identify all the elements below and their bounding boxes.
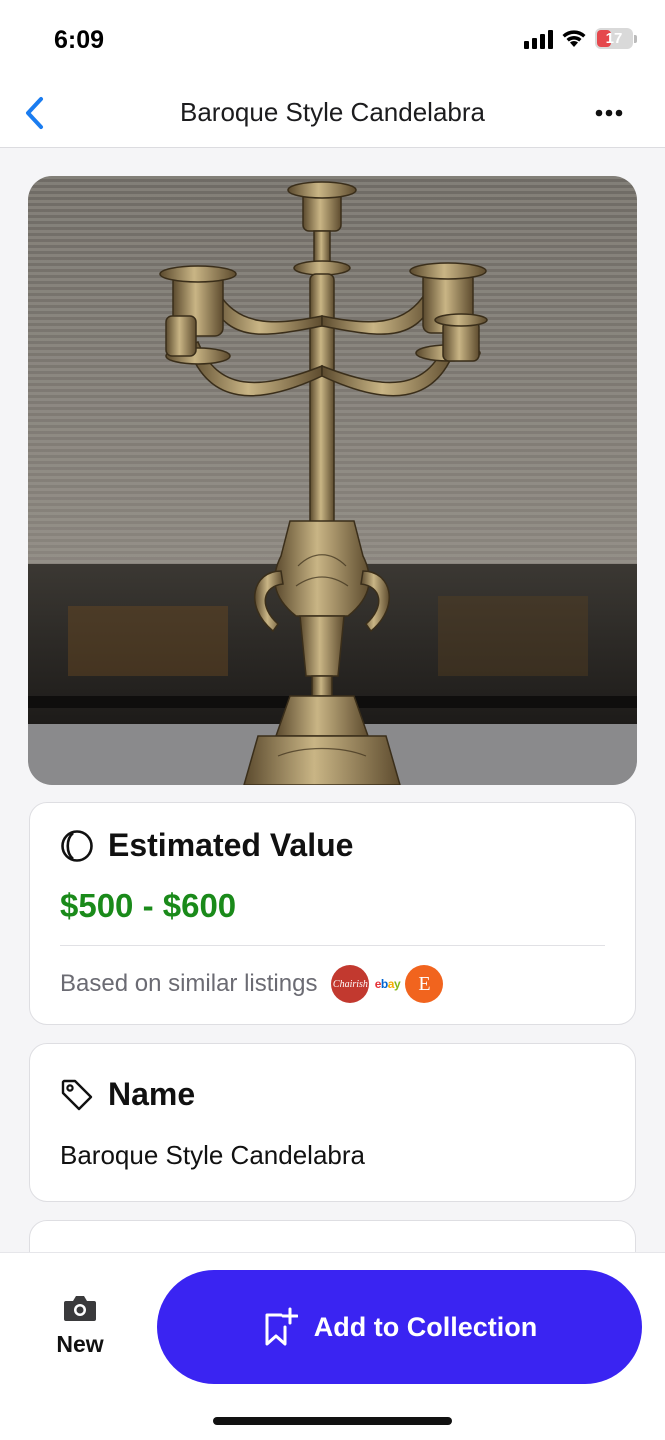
- value-circle-icon: [61, 829, 93, 862]
- add-to-collection-label: Add to Collection: [313, 1311, 538, 1342]
- new-label: New: [56, 1331, 104, 1357]
- battery-level: 17: [605, 30, 623, 47]
- ebay-logo-icon: ebay: [369, 965, 406, 1003]
- listing-sources[interactable]: Based on similar listings Chairish ebay …: [60, 965, 444, 1003]
- nav-bar: Baroque Style Candelabra: [0, 80, 665, 148]
- estimated-value-heading: Estimated Value: [108, 827, 354, 863]
- value-range: $500 - $600: [60, 887, 237, 924]
- signal-icon: [524, 29, 553, 49]
- home-indicator[interactable]: [213, 1417, 452, 1425]
- bottom-action-bar: New Add to Collection: [0, 1252, 665, 1440]
- battery-icon: 17: [595, 28, 637, 49]
- item-name: Baroque Style Candelabra: [60, 1140, 365, 1170]
- more-options-button[interactable]: [589, 96, 629, 130]
- item-photo[interactable]: [28, 176, 637, 785]
- wifi-icon: [562, 29, 586, 47]
- page-title: Baroque Style Candelabra: [180, 97, 485, 127]
- source-text: Based on similar listings: [60, 970, 318, 997]
- divider: [60, 945, 605, 946]
- ellipsis-icon: [595, 109, 623, 117]
- bookmark-add-icon: [265, 1307, 298, 1346]
- camera-icon: [64, 1296, 96, 1321]
- status-icons: 17: [524, 28, 637, 49]
- new-scan-button[interactable]: New: [40, 1293, 120, 1363]
- chairish-logo-icon: Chairish: [331, 965, 370, 1003]
- name-card[interactable]: Name Baroque Style Candelabra: [29, 1043, 636, 1202]
- name-heading: Name: [108, 1076, 196, 1112]
- name-header: Name: [60, 1076, 195, 1113]
- estimated-value-card: Estimated Value $500 - $600 Based on sim…: [29, 802, 636, 1025]
- tag-icon: [61, 1079, 93, 1110]
- estimated-value-header: Estimated Value: [60, 827, 353, 864]
- status-bar: 6:09 17: [0, 0, 665, 80]
- status-time: 6:09: [54, 26, 105, 54]
- candelabra-image: [28, 176, 637, 785]
- add-to-collection-button[interactable]: Add to Collection: [157, 1270, 642, 1384]
- etsy-logo-icon: E: [405, 965, 444, 1003]
- ebay-logo-text: ebay: [374, 977, 401, 991]
